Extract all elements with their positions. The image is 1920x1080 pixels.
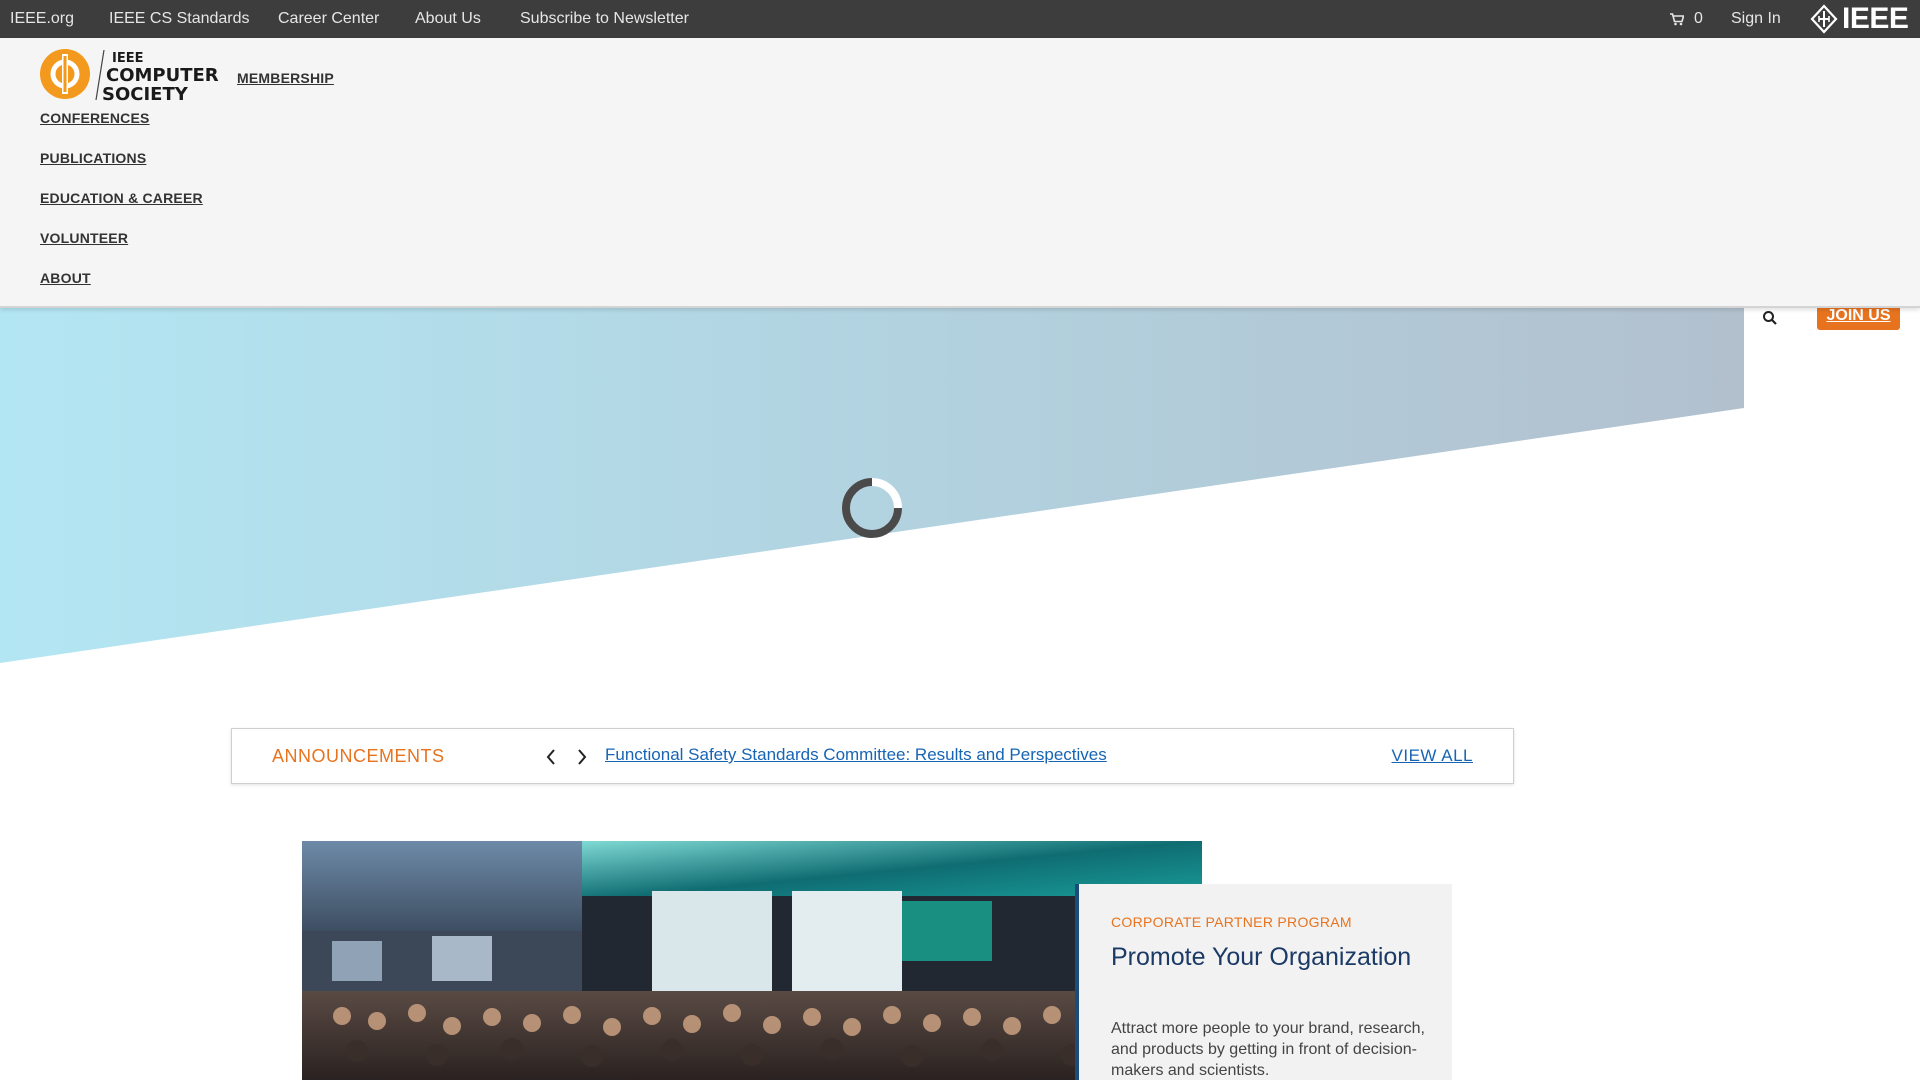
logo-line-computer: COMPUTER	[106, 65, 219, 86]
link-career-center[interactable]: Career Center	[278, 10, 379, 28]
link-about-us[interactable]: About Us	[415, 10, 481, 28]
top-utility-bar: IEEE.org IEEE CS Standards Career Center…	[0, 0, 1920, 38]
view-all-announcements-link[interactable]: VIEW ALL	[1392, 746, 1473, 766]
corporate-partner-card: CORPORATE PARTNER PROGRAM Promote Your O…	[1075, 884, 1452, 1080]
announcement-prev-button[interactable]	[544, 747, 558, 767]
chevron-left-icon	[546, 749, 555, 765]
announcements-bar: ANNOUNCEMENTS Functional Safety Standard…	[231, 728, 1514, 784]
computer-society-emblem-icon	[40, 49, 90, 99]
search-button[interactable]	[1762, 310, 1778, 326]
nav-volunteer[interactable]: VOLUNTEER	[40, 230, 128, 246]
logo-wordmark: IEEE COMPUTER SOCIETY	[102, 52, 219, 104]
logo-line-society: SOCIETY	[102, 84, 188, 105]
nav-about[interactable]: ABOUT	[40, 270, 91, 286]
ieee-diamond-icon	[1810, 4, 1838, 34]
ieee-logo-text: IEEE	[1842, 2, 1909, 35]
announcement-next-button[interactable]	[575, 747, 589, 767]
loading-spinner-icon	[842, 478, 902, 538]
announcements-title: ANNOUNCEMENTS	[272, 746, 445, 766]
announcement-headline-link[interactable]: Functional Safety Standards Committee: R…	[605, 745, 1107, 765]
link-ieee-cs-standards[interactable]: IEEE CS Standards	[109, 10, 250, 28]
link-ieee-org[interactable]: IEEE.org	[10, 10, 74, 28]
cart-icon	[1670, 12, 1684, 25]
promo-description: Attract more people to your brand, resea…	[1111, 1020, 1425, 1079]
sign-in-link[interactable]: Sign In	[1731, 10, 1781, 28]
nav-education-career[interactable]: EDUCATION & CAREER	[40, 190, 203, 206]
cart-count: 0	[1694, 10, 1703, 27]
conference-crowd-photo	[302, 841, 1202, 1080]
link-subscribe-newsletter[interactable]: Subscribe to Newsletter	[520, 10, 689, 28]
promo-title-link[interactable]: Promote Your Organization	[1111, 942, 1431, 972]
promo-kicker: CORPORATE PARTNER PROGRAM	[1111, 914, 1352, 930]
nav-membership[interactable]: MEMBERSHIP	[237, 70, 334, 86]
nav-conferences[interactable]: CONFERENCES	[40, 110, 150, 126]
logo-line-ieee: IEEE	[112, 51, 144, 66]
site-header: IEEE COMPUTER SOCIETY MEMBERSHIP CONFERE…	[0, 38, 1920, 308]
computer-society-logo[interactable]: IEEE COMPUTER SOCIETY	[38, 46, 228, 104]
cart-button[interactable]: 0	[1670, 10, 1703, 28]
nav-publications[interactable]: PUBLICATIONS	[40, 150, 146, 166]
chevron-right-icon	[578, 749, 587, 765]
search-icon	[1763, 311, 1777, 325]
ieee-logo[interactable]: IEEE	[1810, 2, 1909, 36]
